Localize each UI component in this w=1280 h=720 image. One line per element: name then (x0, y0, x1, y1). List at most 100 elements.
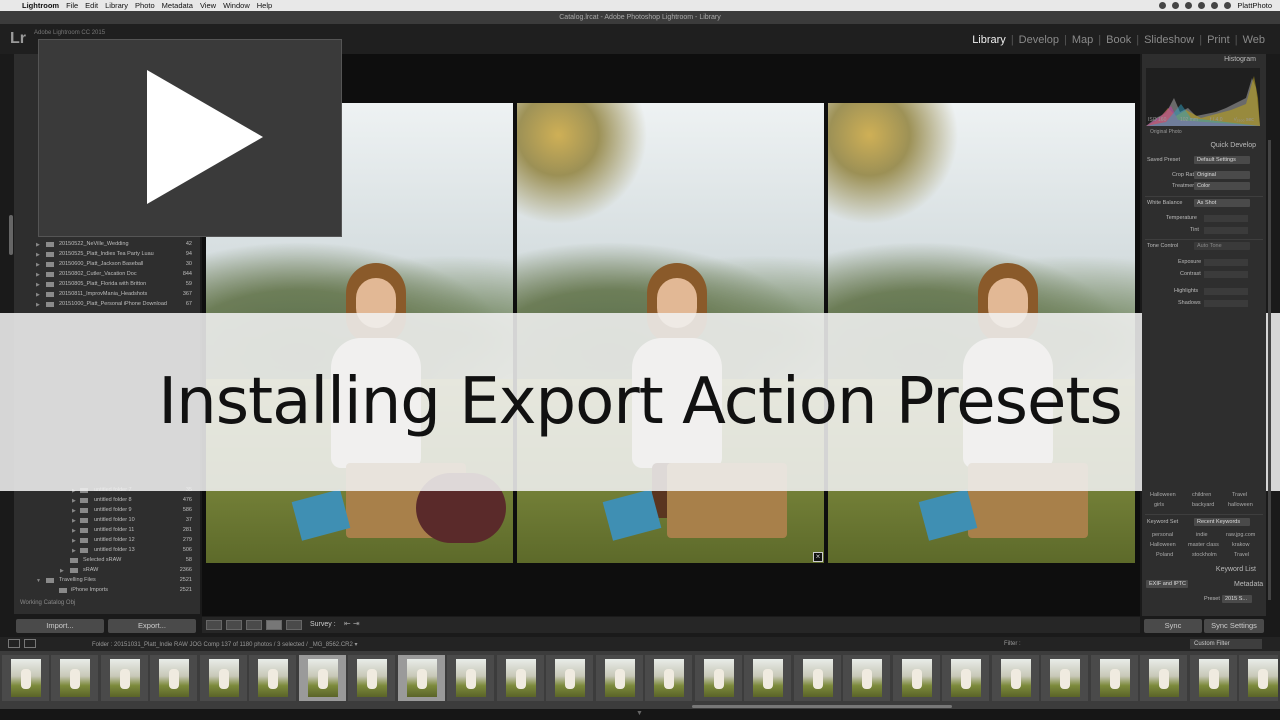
film-thumbnail[interactable] (51, 655, 98, 701)
keyword-tag[interactable]: personal (1152, 532, 1173, 538)
module-print[interactable]: Print (1202, 34, 1235, 46)
film-thumbnail[interactable] (348, 655, 395, 701)
keyword-tag[interactable]: backyard (1192, 502, 1214, 508)
film-thumbnail[interactable] (299, 655, 346, 701)
subfolder-row[interactable]: ▶ untitled folder 12 279 (14, 536, 200, 546)
wifi-icon[interactable] (1198, 2, 1206, 9)
filmstrip-source[interactable]: Folder : 20151031_Platt_Indie RAW JOG Co… (92, 641, 358, 648)
module-map[interactable]: Map (1067, 34, 1098, 46)
film-thumbnail[interactable] (596, 655, 643, 701)
film-thumbnail[interactable] (992, 655, 1039, 701)
subfolder-row[interactable]: ▶ untitled folder 8 476 (14, 496, 200, 506)
folder-row[interactable]: ▶ 20150811_ImprovMania_Headshots 367 (14, 290, 200, 300)
film-thumbnail[interactable] (1239, 655, 1278, 701)
status-icon[interactable] (1185, 2, 1193, 9)
film-thumbnail[interactable] (744, 655, 791, 701)
keyword-tag[interactable]: halloween (1228, 502, 1253, 508)
keyword-tag[interactable]: Halloween (1150, 542, 1176, 548)
white-balance-select[interactable]: As Shot (1194, 199, 1250, 207)
status-icon[interactable] (1159, 2, 1167, 9)
filmstrip-scrollbar[interactable] (692, 705, 952, 708)
menu-library[interactable]: Library (105, 1, 135, 10)
subfolder-row[interactable]: ▶ untitled folder 11 281 (14, 526, 200, 536)
keyword-tag[interactable]: indie (1196, 532, 1208, 538)
film-thumbnail[interactable] (695, 655, 742, 701)
film-thumbnail[interactable] (546, 655, 593, 701)
film-thumbnail[interactable] (497, 655, 544, 701)
metadata-preset-select[interactable]: 2015 S... (1222, 595, 1252, 603)
film-thumbnail[interactable] (843, 655, 890, 701)
subfolder-row[interactable]: ▼ Travelling Files 2521 (14, 576, 200, 586)
module-web[interactable]: Web (1238, 34, 1270, 46)
remove-from-survey-icon[interactable]: × (813, 552, 823, 562)
keyword-tag[interactable]: stockholm (1192, 552, 1217, 558)
survey-view-icon[interactable] (266, 620, 282, 630)
collapse-bottom-icon[interactable]: ▼ (636, 710, 643, 717)
menu-view[interactable]: View (200, 1, 223, 10)
keyword-tag[interactable]: Poland (1156, 552, 1173, 558)
monitor-1-icon[interactable] (8, 639, 20, 648)
import-button[interactable]: Import... (16, 619, 104, 633)
crop-select[interactable]: Original (1194, 171, 1250, 179)
film-thumbnail[interactable] (794, 655, 841, 701)
histogram-header[interactable]: Histogram (1142, 56, 1266, 66)
keyword-tag[interactable]: children (1192, 492, 1211, 498)
film-thumbnail[interactable] (101, 655, 148, 701)
temperature-buttons[interactable] (1204, 215, 1248, 222)
saved-preset-select[interactable]: Default Settings (1194, 156, 1250, 164)
menu-metadata[interactable]: Metadata (162, 1, 200, 10)
film-thumbnail[interactable] (1041, 655, 1088, 701)
battery-icon[interactable] (1224, 2, 1232, 9)
module-develop[interactable]: Develop (1014, 34, 1064, 46)
folder-row[interactable]: ▶ 20150522_NeVille_Wedding 42 (14, 240, 200, 250)
subfolder-row[interactable]: ▶ untitled folder 10 37 (14, 516, 200, 526)
film-thumbnail[interactable] (1091, 655, 1138, 701)
keyword-tag[interactable]: Travel (1234, 552, 1249, 558)
subfolder-row[interactable]: ▶ untitled folder 9 586 (14, 506, 200, 516)
sync-settings-button[interactable]: Sync Settings (1204, 619, 1264, 633)
module-book[interactable]: Book (1101, 34, 1136, 46)
keyword-tag[interactable]: Halloween (1150, 492, 1176, 498)
subfolder-row[interactable]: ▶ sRAW 2366 (14, 566, 200, 576)
shadows-buttons[interactable] (1204, 300, 1248, 307)
film-thumbnail[interactable] (249, 655, 296, 701)
subfolder-row[interactable]: Selected sRAW 58 (14, 556, 200, 566)
filter-select[interactable]: Custom Filter (1190, 639, 1262, 649)
loupe-view-icon[interactable] (226, 620, 242, 630)
contrast-buttons[interactable] (1204, 271, 1248, 278)
folder-row[interactable]: ▶ 20150805_Platt_Florida with Britton 59 (14, 280, 200, 290)
quick-develop-header[interactable]: Quick Develop (1142, 142, 1266, 152)
nav-arrows-icon[interactable]: ⇤ ⇥ (344, 619, 360, 628)
menu-user[interactable]: PlattPhoto (1237, 1, 1272, 10)
compare-view-icon[interactable] (246, 620, 262, 630)
film-thumbnail[interactable] (398, 655, 445, 701)
volume-icon[interactable] (1211, 2, 1219, 9)
keyword-tag[interactable]: Travel (1232, 492, 1247, 498)
folder-row[interactable]: ▶ 20150600_Platt_Jackson Baseball 30 (14, 260, 200, 270)
metadata-header[interactable]: Metadata (1234, 581, 1263, 588)
keyword-list-header[interactable]: Keyword List (1142, 566, 1266, 576)
auto-tone-button[interactable]: Auto Tone (1194, 242, 1250, 250)
keyword-tag[interactable]: girls (1154, 502, 1164, 508)
left-scrollbar[interactable] (9, 215, 13, 255)
film-thumbnail[interactable] (150, 655, 197, 701)
film-thumbnail[interactable] (200, 655, 247, 701)
keyword-set-select[interactable]: Recent Keywords (1194, 518, 1250, 526)
menu-help[interactable]: Help (257, 1, 279, 10)
people-view-icon[interactable] (286, 620, 302, 630)
menu-photo[interactable]: Photo (135, 1, 162, 10)
module-slideshow[interactable]: Slideshow (1139, 34, 1199, 46)
subfolder-row[interactable]: ▶ untitled folder 13 506 (14, 546, 200, 556)
status-icon[interactable] (1172, 2, 1180, 9)
sync-button[interactable]: Sync (1144, 619, 1202, 633)
right-scrollbar[interactable] (1268, 140, 1271, 600)
film-thumbnail[interactable] (645, 655, 692, 701)
grid-view-icon[interactable] (206, 620, 222, 630)
keyword-tag[interactable]: master class (1188, 542, 1219, 548)
film-thumbnail[interactable] (893, 655, 940, 701)
menu-file[interactable]: File (66, 1, 85, 10)
keyword-tag[interactable]: raw.jpg.com (1226, 532, 1255, 538)
folder-row[interactable]: ▶ 20150525_Platt_Indies Tea Party Luau 94 (14, 250, 200, 260)
subfolder-row[interactable]: iPhone Imports 2521 (14, 586, 200, 596)
video-play-button[interactable] (38, 39, 342, 237)
